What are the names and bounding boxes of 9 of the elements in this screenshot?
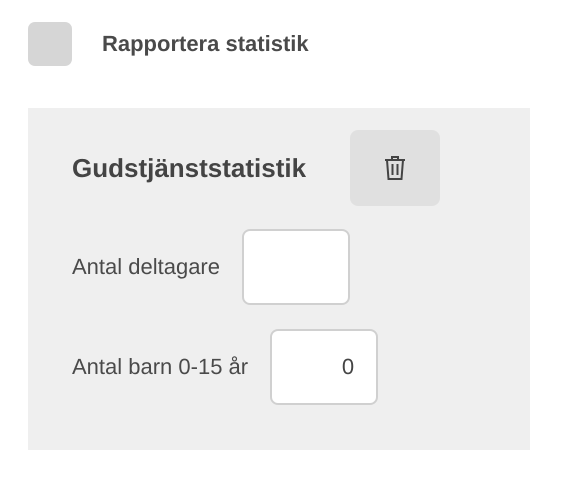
number-field[interactable]: 0 bbox=[270, 329, 378, 405]
field-label: Antal deltagare bbox=[72, 254, 220, 280]
checkbox-label: Rapportera statistik bbox=[102, 31, 309, 57]
field-label: Antal barn 0-15 år bbox=[72, 354, 248, 380]
delete-button[interactable] bbox=[350, 130, 440, 206]
number-field[interactable] bbox=[242, 229, 350, 305]
trash-icon bbox=[383, 155, 408, 181]
section-title: Gudstjänststatistik bbox=[72, 152, 306, 184]
checkbox[interactable] bbox=[28, 22, 72, 66]
